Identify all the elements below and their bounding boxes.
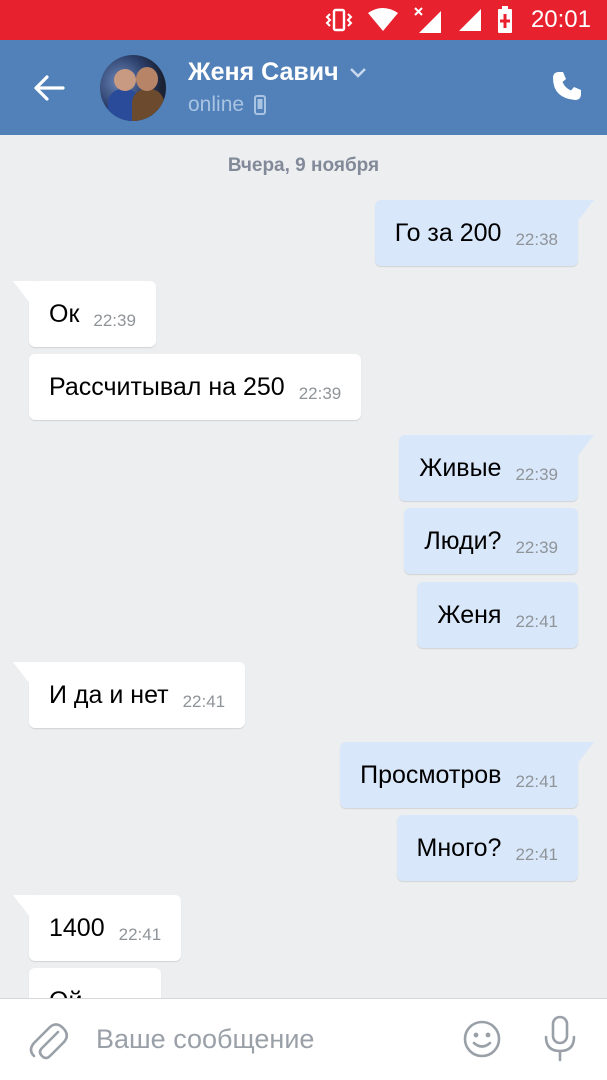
message-incoming[interactable]: Ой xyxy=(29,968,161,998)
online-status: online xyxy=(188,93,245,116)
status-bar: 20:01 xyxy=(0,0,607,40)
voice-message-button[interactable] xyxy=(542,1015,578,1068)
message-text: Живые xyxy=(419,453,502,482)
message-time: 22:39 xyxy=(93,311,136,330)
chevron-down-icon xyxy=(349,67,366,78)
message-incoming[interactable]: И да и нет 22:41 xyxy=(13,662,246,728)
message-text: Го за 200 xyxy=(394,218,502,247)
avatar[interactable] xyxy=(100,54,166,121)
call-button[interactable] xyxy=(551,70,583,107)
emoji-button[interactable] xyxy=(462,1019,502,1064)
message-time: 22:41 xyxy=(515,845,558,864)
message-text: И да и нет xyxy=(49,680,169,709)
message-outgoing[interactable]: Люди? 22:39 xyxy=(404,508,578,574)
vibrate-icon xyxy=(325,8,353,32)
message-time: 22:39 xyxy=(515,538,558,557)
message-time: 22:39 xyxy=(515,465,558,484)
message-outgoing[interactable]: Много? 22:41 xyxy=(396,815,578,881)
paperclip-icon xyxy=(29,1022,68,1059)
wifi-icon xyxy=(367,8,398,31)
contact-title[interactable]: Женя Савич online xyxy=(188,58,367,117)
bubble-tail xyxy=(574,435,594,461)
message-time: 22:38 xyxy=(515,230,558,249)
message-time: 22:39 xyxy=(298,384,342,403)
message-text: Люди? xyxy=(424,526,502,555)
battery-charging-icon xyxy=(497,6,512,33)
message-text: Ой xyxy=(49,987,82,999)
bubble-tail xyxy=(13,662,33,688)
message-text: 1400 xyxy=(49,913,105,942)
message-incoming[interactable]: Рассчитывал на 250 22:39 xyxy=(29,354,362,420)
no-signal-icon xyxy=(414,7,441,33)
message-text: Много? xyxy=(416,833,502,862)
bubble-tail xyxy=(574,742,594,768)
status-time: 20:01 xyxy=(530,6,591,33)
signal-icon xyxy=(458,9,481,31)
message-text: Женя xyxy=(437,600,502,629)
message-list[interactable]: Вчера, 9 ноября Го за 200 22:38 Ок 22:39… xyxy=(0,135,607,998)
mobile-icon xyxy=(254,95,267,115)
message-outgoing[interactable]: Го за 200 22:38 xyxy=(374,200,594,266)
message-time: 22:41 xyxy=(515,772,558,791)
date-separator: Вчера, 9 ноября xyxy=(227,155,380,176)
attach-button[interactable] xyxy=(26,1015,70,1065)
bubble-tail xyxy=(13,895,33,921)
message-text: Ок xyxy=(49,299,80,328)
message-outgoing[interactable]: Просмотров 22:41 xyxy=(340,742,594,808)
microphone-icon xyxy=(544,1015,576,1062)
bubble-tail xyxy=(13,281,33,307)
message-text: Рассчитывал на 250 xyxy=(49,372,285,401)
message-incoming[interactable]: Ок 22:39 xyxy=(13,281,156,347)
back-button[interactable] xyxy=(14,40,84,135)
message-outgoing[interactable]: Женя 22:41 xyxy=(417,582,578,648)
phone-icon xyxy=(553,72,581,100)
message-composer xyxy=(0,998,607,1080)
message-time: 22:41 xyxy=(182,692,226,711)
contact-name: Женя Савич xyxy=(188,58,339,86)
message-time: 22:41 xyxy=(515,612,558,631)
message-text: Просмотров xyxy=(360,760,502,789)
arrow-left-icon xyxy=(34,74,65,101)
message-input[interactable] xyxy=(96,1024,436,1055)
message-incoming[interactable]: 1400 22:41 xyxy=(13,895,182,961)
bubble-tail xyxy=(574,200,594,226)
message-outgoing[interactable]: Живые 22:39 xyxy=(399,435,594,501)
chat-header: Женя Савич online xyxy=(0,40,607,135)
message-time: 22:41 xyxy=(118,925,162,944)
smiley-icon xyxy=(463,1020,501,1058)
